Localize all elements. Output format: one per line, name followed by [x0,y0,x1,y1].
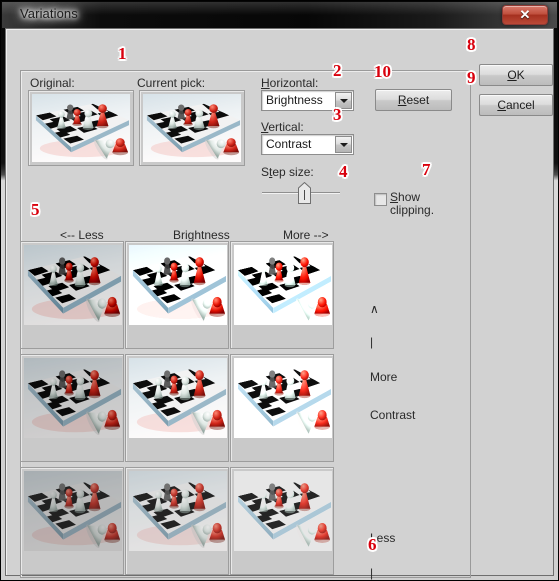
variation-cell-more-brightness-less-contrast[interactable] [230,467,334,575]
variation-image [129,245,227,325]
dialog-client-area: Original: Current pick: Horizontal: Brig… [5,28,554,579]
variations-dialog: Variations ✕ Original: Current pick: Hor… [0,0,559,581]
show-clipping-checkbox[interactable] [374,193,387,206]
horizontal-label: Horizontal: [261,76,318,90]
variation-cell-current-pick-center[interactable] [125,354,229,462]
horizontal-combo[interactable]: Brightness [261,90,354,111]
slider-thumb-icon [298,181,311,204]
step-size-label: Step size: [261,165,314,179]
variation-image [234,245,332,325]
chess-scene-more-brightness-more-contrast [234,245,332,325]
titlebar-gloss [2,2,557,15]
chevron-down-icon [339,98,348,103]
grid-header-more: More --> [283,228,329,242]
vertical-combo-button[interactable] [335,136,352,153]
chess-scene-more-brightness [234,358,332,438]
original-preview-image [32,94,130,162]
cancel-accel: C [497,98,506,112]
ok-accel: O [507,68,517,82]
variation-cell-less-brightness[interactable] [20,354,124,462]
grid-side-less-label: Less [370,531,396,545]
window-frame: Variations ✕ Original: Current pick: Hor… [0,0,559,581]
original-label: Original: [30,76,75,90]
chess-scene-original [32,94,130,162]
show-clipping-label-line1: Show [390,190,420,204]
vertical-combo[interactable]: Contrast [261,134,354,155]
horizontal-label-rest: orizontal: [269,76,319,90]
vertical-label-rest: ertical: [268,120,304,134]
chess-scene-less-brightness-more-contrast [24,245,122,325]
cancel-button-label: Cancel [497,98,534,112]
variation-image [129,471,227,551]
show-clipping-label-rest: how [398,190,421,204]
grid-header-less: <-- Less [60,228,104,242]
chess-scene-current-less-contrast [129,471,227,551]
ok-button[interactable]: OK [479,64,553,86]
grid-side-less: Less | ∨ [370,511,397,581]
step-size-label-rest: ep size: [272,165,314,179]
ok-button-label: OK [507,68,524,82]
ok-button-label-rest: K [516,68,525,82]
horizontal-combo-value: Brightness [266,93,323,107]
step-size-slider-thumb[interactable] [298,181,311,204]
variation-image [234,471,332,551]
variation-image [24,471,122,551]
variation-image [24,358,122,438]
variation-cell-current-more-contrast[interactable] [125,241,229,349]
show-clipping-label-line2: clipping. [390,203,435,217]
show-clipping-accel: S [390,190,399,204]
close-icon: ✕ [519,7,531,22]
vertical-combo-value: Contrast [266,137,312,151]
reset-button-label: Reset [398,93,429,107]
cancel-button-label-rest: ancel [505,98,535,112]
variation-cell-less-brightness-less-contrast[interactable] [20,467,124,575]
reset-button-label-rest: eset [406,93,430,107]
chevron-down-icon [339,142,348,147]
grid-side-more-label: More [370,370,398,384]
original-preview[interactable] [28,90,134,166]
horizontal-combo-button[interactable] [335,92,352,109]
vertical-label: Vertical: [261,120,304,134]
variation-cell-more-brightness-more-contrast[interactable] [230,241,334,349]
current-pick-label: Current pick: [137,76,206,90]
variation-image [24,245,122,325]
grid-header-center: Brightness [173,228,230,242]
chess-scene-current-more-contrast [129,245,227,325]
variation-image [129,358,227,438]
window-title: Variations [20,6,78,21]
chess-scene-less-brightness [24,358,122,438]
grid-side-more: ∧ | More [370,282,397,405]
chess-scene-less-brightness-less-contrast [24,471,122,551]
variation-image [234,358,332,438]
up-bar-icon: | [370,335,374,349]
chess-scene-more-brightness-less-contrast [234,471,332,551]
reset-button[interactable]: Reset [375,89,452,111]
chess-scene-current-pick-center [129,358,227,438]
up-arrow-icon: ∧ [370,302,379,316]
grid-side-middle-label: Contrast [370,408,416,422]
variation-cell-more-brightness[interactable] [230,354,334,462]
chess-scene-current [143,94,241,162]
cancel-button[interactable]: Cancel [479,94,553,116]
variation-cell-current-less-contrast[interactable] [125,467,229,575]
horizontal-label-accel: H [261,76,270,90]
down-bar-icon: | [370,566,374,580]
current-pick-preview[interactable] [139,90,245,166]
current-pick-preview-image [143,94,241,162]
variation-cell-less-brightness-more-contrast[interactable] [20,241,124,349]
title-bar: Variations ✕ [2,2,557,28]
close-button[interactable]: ✕ [502,5,548,25]
